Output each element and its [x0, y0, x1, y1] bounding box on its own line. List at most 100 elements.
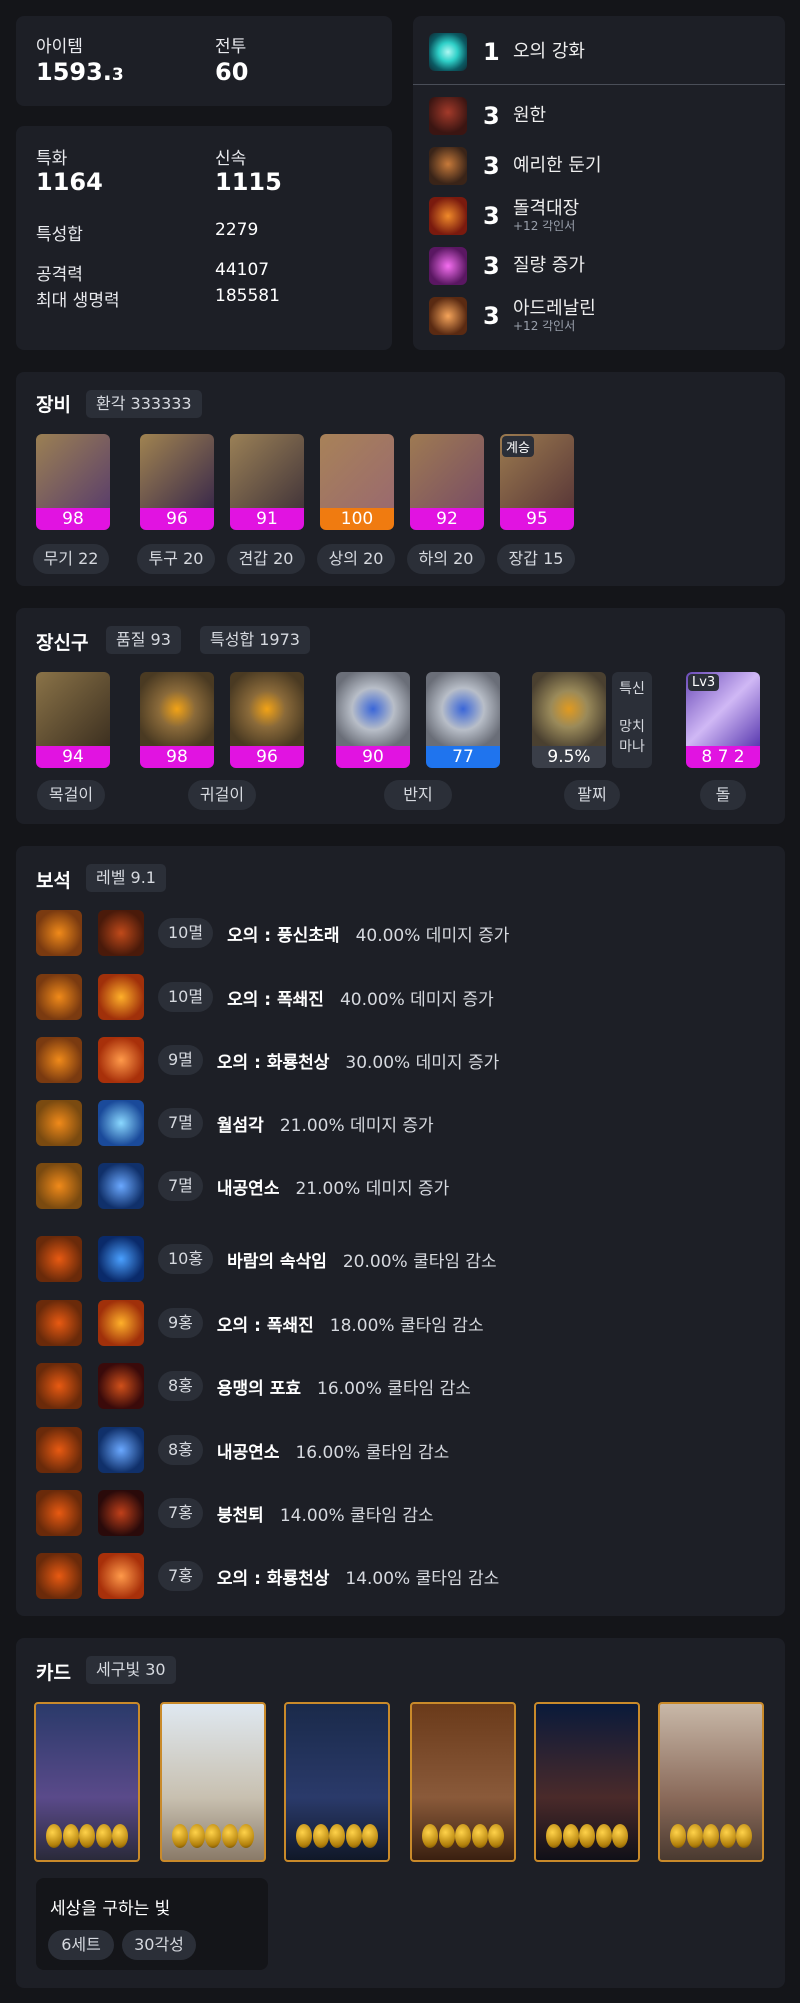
helmet-icon — [140, 434, 214, 508]
engraving-item[interactable]: 3 돌격대장 +12 각인서 — [429, 194, 579, 238]
awakening-orb-icon — [238, 1824, 254, 1848]
card-item[interactable] — [658, 1702, 764, 1862]
gem-level: 10멸 — [158, 918, 214, 948]
skill-icon — [98, 910, 144, 956]
red-gem-icon — [36, 1236, 82, 1282]
keen-blunt-weapon-icon — [429, 147, 467, 185]
awakening-orb-icon — [422, 1824, 438, 1848]
awakening-orb-icon — [95, 1824, 112, 1848]
skill-icon — [98, 1037, 144, 1083]
awakening-orb-icon — [455, 1824, 471, 1848]
equipment-weapon[interactable]: 98 — [36, 434, 110, 530]
bracelet-option: 마나 — [619, 739, 645, 755]
gem-level: 10홍 — [158, 1244, 214, 1274]
accessory-bracelet[interactable]: 9.5% — [532, 672, 606, 768]
doom-gem-icon — [36, 1163, 82, 1209]
gems-title: 보석 — [36, 870, 71, 892]
card-awakening — [46, 1824, 128, 1850]
accessory-ring[interactable]: 77 — [426, 672, 500, 768]
doom-gem-icon — [36, 1037, 82, 1083]
gem-row[interactable]: 7멸 월섬각 21.00% 데미지 증가 — [36, 1100, 434, 1146]
engraving-name: 오의 강화 — [513, 41, 585, 62]
accessory-label: 귀걸이 — [188, 780, 256, 810]
awakening-orb-icon — [595, 1824, 612, 1848]
accessory-label: 돌 — [700, 780, 746, 810]
gem-skill-name: 오의 : 화룡천상 — [216, 1052, 330, 1073]
gem-row[interactable]: 10홍 바람의 속삭임 20.00% 쿨타임 감소 — [36, 1236, 497, 1282]
awakening-orb-icon — [612, 1824, 628, 1848]
accessory-ring[interactable]: 90 — [336, 672, 410, 768]
engraving-item[interactable]: 3 예리한 둔기 — [429, 144, 602, 188]
gem-row[interactable]: 8홍 용맹의 포효 16.00% 쿨타임 감소 — [36, 1363, 471, 1409]
engraving-item[interactable]: 3 원한 — [429, 94, 546, 138]
equipment-shoulder[interactable]: 91 — [230, 434, 304, 530]
engraving-item[interactable]: 3 아드레날린 +12 각인서 — [429, 294, 596, 338]
engraving-special[interactable]: 1 오의 강화 — [429, 30, 585, 74]
crit-label: 특화 — [36, 149, 68, 169]
awakening-orb-icon — [112, 1824, 128, 1848]
gem-row[interactable]: 10멸 오의 : 폭쇄진 40.00% 데미지 증가 — [36, 974, 494, 1020]
awakening-orb-icon — [488, 1824, 504, 1848]
engraving-name: 아드레날린 — [513, 298, 596, 319]
bracelet-icon — [532, 672, 606, 746]
accessory-earring[interactable]: 96 — [230, 672, 304, 768]
equipment-gloves[interactable]: 계승 95 — [500, 434, 574, 530]
engraving-item[interactable]: 3 질량 증가 — [429, 244, 585, 288]
attack-value: 44107 — [215, 260, 270, 280]
gem-skill-name: 월섬각 — [216, 1115, 264, 1136]
item-level-panel: 아이템 1593.3 전투 60 — [16, 16, 392, 106]
engraving-name: 원한 — [513, 105, 547, 126]
awakening-orb-icon — [362, 1824, 378, 1848]
quality-bar: 100 — [320, 508, 394, 530]
awakening-orb-icon — [562, 1824, 579, 1848]
card-item[interactable] — [410, 1702, 516, 1862]
gem-level: 8홍 — [158, 1435, 203, 1465]
awakening-orb-icon — [329, 1824, 345, 1848]
equipment-helmet[interactable]: 96 — [140, 434, 214, 530]
gem-effect: 18.00% 쿨타임 감소 — [329, 1315, 484, 1336]
gem-level: 7멸 — [158, 1108, 203, 1138]
gem-row[interactable]: 8홍 내공연소 16.00% 쿨타임 감소 — [36, 1427, 449, 1473]
card-item[interactable] — [34, 1702, 140, 1862]
accessory-label: 반지 — [384, 780, 452, 810]
card-item[interactable] — [160, 1702, 266, 1862]
awakening-orb-icon — [312, 1824, 329, 1848]
equipment-pants[interactable]: 92 — [410, 434, 484, 530]
gem-row[interactable]: 7멸 내공연소 21.00% 데미지 증가 — [36, 1163, 449, 1209]
skill-icon — [98, 1100, 144, 1146]
equipment-label: 견갑 20 — [227, 544, 305, 574]
card-item[interactable] — [284, 1702, 390, 1862]
quality-bar: 95 — [500, 508, 574, 530]
gem-skill-name: 붕천퇴 — [216, 1505, 264, 1526]
skill-icon — [98, 1490, 144, 1536]
awakening-orb-icon — [62, 1824, 79, 1848]
gem-level: 7홍 — [158, 1498, 203, 1528]
ring-icon — [426, 672, 500, 746]
gem-row[interactable]: 9홍 오의 : 폭쇄진 18.00% 쿨타임 감소 — [36, 1300, 484, 1346]
ability-stone[interactable]: Lv3 8 7 2 — [686, 672, 760, 768]
necklace-icon — [36, 672, 110, 746]
gem-row[interactable]: 9멸 오의 : 화룡천상 30.00% 데미지 증가 — [36, 1037, 499, 1083]
engraving-orb-icon — [429, 33, 467, 71]
skill-icon — [98, 1553, 144, 1599]
ring-icon — [336, 672, 410, 746]
gem-row[interactable]: 7홍 붕천퇴 14.00% 쿨타임 감소 — [36, 1490, 434, 1536]
stone-level-badge: Lv3 — [688, 674, 720, 691]
gems-level-badge: 레벨 9.1 — [86, 864, 166, 892]
card-item[interactable] — [534, 1702, 640, 1862]
awakening-orb-icon — [172, 1824, 188, 1848]
gem-row[interactable]: 7홍 오의 : 화룡천상 14.00% 쿨타임 감소 — [36, 1553, 499, 1599]
engraving-name: 돌격대장 — [513, 198, 580, 219]
gem-row[interactable]: 10멸 오의 : 풍신초래 40.00% 데미지 증가 — [36, 910, 509, 956]
bracelet-option: 망치 — [619, 719, 645, 735]
equipment-chest[interactable]: 100 — [320, 434, 394, 530]
accessory-necklace[interactable]: 94 — [36, 672, 110, 768]
item-level-value: 1593.3 — [36, 58, 124, 86]
awakening-orb-icon — [46, 1824, 62, 1848]
engraving-level: 3 — [483, 102, 500, 130]
accessory-earring[interactable]: 98 — [140, 672, 214, 768]
gem-skill-name: 오의 : 폭쇄진 — [216, 1315, 314, 1336]
gem-skill-name: 바람의 속삭임 — [227, 1251, 327, 1272]
engraving-divider — [413, 84, 785, 85]
quality-bar: 94 — [36, 746, 110, 768]
